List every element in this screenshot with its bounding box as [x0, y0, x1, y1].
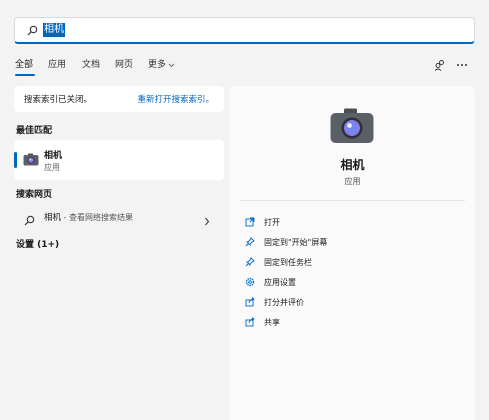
best-match-result[interactable]: 相机 应用 — [14, 140, 224, 180]
selection-indicator — [14, 152, 17, 168]
gear-icon — [244, 276, 256, 288]
web-search-suffix: - 查看网络搜索结果 — [61, 213, 133, 222]
tab-more-label: 更多 — [148, 60, 167, 70]
action-share[interactable]: 共享 — [244, 314, 280, 330]
search-query: 相机 — [43, 23, 65, 37]
tab-more[interactable]: 更多 — [148, 57, 175, 73]
web-search-result[interactable]: 相机 - 查看网络搜索结果 — [14, 207, 224, 227]
index-notice: 搜索索引已关闭。 重新打开搜索索引。 — [14, 86, 224, 112]
settings-heading[interactable]: 设置 (1+) — [16, 237, 59, 250]
action-pin-start[interactable]: 固定到"开始"屏幕 — [244, 234, 327, 250]
account-switch-icon[interactable] — [433, 58, 447, 72]
action-label: 共享 — [264, 317, 280, 327]
action-label: 打开 — [264, 217, 280, 227]
action-label: 应用设置 — [264, 277, 296, 287]
open-icon — [244, 216, 256, 228]
action-label: 固定到任务栏 — [264, 257, 312, 267]
pin-icon — [244, 256, 256, 268]
best-match-type: 应用 — [44, 163, 60, 172]
tab-apps[interactable]: 应用 — [48, 57, 66, 73]
share-icon — [244, 296, 256, 308]
tab-all[interactable]: 全部 — [15, 57, 33, 73]
chevron-right-icon — [204, 211, 210, 230]
action-label: 固定到"开始"屏幕 — [264, 237, 328, 247]
detail-title: 相机 — [340, 158, 365, 172]
detail-pane: 相机 应用 打开 固定到"开始"屏幕 固定到任务栏 应用设置 打分并评价 共享 — [230, 86, 475, 420]
search-icon — [25, 23, 39, 37]
search-icon — [24, 211, 35, 230]
action-pin-taskbar[interactable]: 固定到任务栏 — [244, 254, 312, 270]
more-options-icon[interactable] — [455, 58, 469, 72]
pin-icon — [244, 236, 256, 248]
best-match-heading: 最佳匹配 — [16, 126, 53, 136]
action-rate-review[interactable]: 打分并评价 — [244, 294, 304, 310]
reenable-index-link[interactable]: 重新打开搜索索引。 — [137, 93, 214, 105]
search-input[interactable]: 相机 — [14, 17, 475, 44]
camera-icon — [330, 108, 374, 148]
detail-subtitle: 应用 — [344, 177, 361, 186]
action-label: 打分并评价 — [264, 297, 304, 307]
notice-text: 搜索索引已关闭。 — [24, 95, 93, 105]
web-search-heading: 搜索网页 — [16, 190, 53, 200]
action-app-settings[interactable]: 应用设置 — [244, 274, 296, 290]
tab-documents[interactable]: 文档 — [82, 57, 100, 73]
tab-web[interactable]: 网页 — [115, 57, 133, 73]
action-open[interactable]: 打开 — [244, 214, 280, 230]
web-search-query: 相机 — [44, 213, 62, 223]
share-icon — [244, 316, 256, 328]
chevron-down-icon — [168, 63, 175, 67]
web-search-text: 相机 - 查看网络搜索结果 — [44, 211, 133, 223]
best-match-name: 相机 — [44, 151, 63, 161]
camera-icon — [23, 151, 39, 170]
filter-tabs: 全部 应用 文档 网页 更多 — [0, 57, 489, 81]
divider — [240, 200, 465, 201]
tab-active-indicator — [15, 74, 35, 76]
